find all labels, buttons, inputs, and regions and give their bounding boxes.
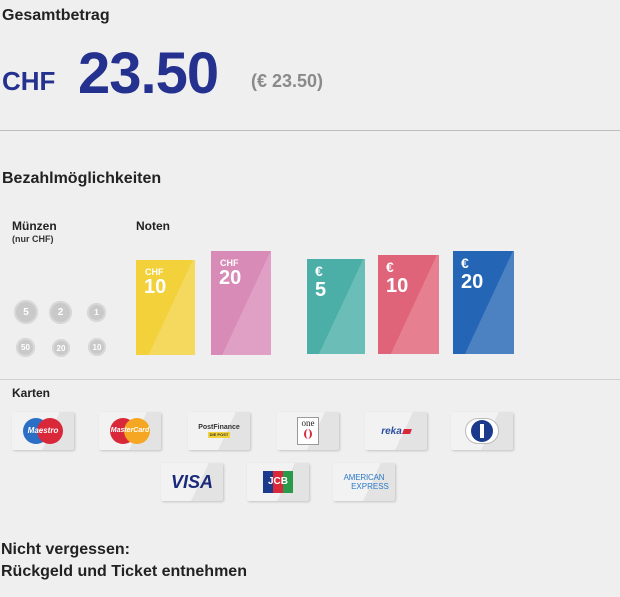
notes-title: Noten — [136, 219, 170, 233]
maestro-text: Maestro — [27, 426, 59, 435]
coin-20: 20 — [52, 339, 70, 357]
note-chf-20: CHF 20 — [211, 251, 271, 355]
coins-title: Münzen — [12, 219, 57, 233]
coin-10: 10 — [88, 338, 106, 356]
card-one: one — [277, 412, 339, 450]
jcb-text: JCB — [267, 476, 288, 487]
coins-subtitle: (nur CHF) — [12, 234, 54, 244]
mastercard-text: MasterCard — [110, 427, 150, 434]
note-value: 20 — [219, 267, 242, 289]
reka-logo: reka — [381, 425, 412, 437]
mastercard-logo: MasterCard — [110, 418, 150, 444]
card-maestro: Maestro — [12, 412, 74, 450]
one-logo: one — [297, 417, 319, 445]
card-visa: VISA — [161, 463, 223, 501]
note-currency: € — [461, 255, 469, 271]
divider — [0, 379, 620, 380]
card-jcb: JCB — [247, 463, 309, 501]
payment-options-title: Bezahlmöglichkeiten — [2, 170, 162, 187]
reminder-line-2: Rückgeld und Ticket entnehmen — [1, 563, 247, 580]
post-text: DIE POST — [208, 432, 230, 438]
note-euro-5: € 5 — [307, 259, 365, 354]
note-value: 10 — [386, 275, 409, 297]
note-euro-20: € 20 — [453, 251, 514, 354]
visa-logo: VISA — [170, 471, 213, 492]
cards-title: Karten — [12, 386, 51, 400]
jcb-logo: JCB — [263, 471, 293, 493]
card-reka: reka — [365, 412, 427, 450]
amex-text-2: EXPRESS — [351, 482, 389, 491]
card-diners — [451, 412, 513, 450]
coin-50: 50 — [16, 338, 35, 357]
coin-1: 1 — [87, 303, 106, 322]
coin-5: 5 — [14, 300, 38, 324]
note-value: 10 — [144, 276, 167, 298]
card-postfinance: PostFinance DIE POST — [188, 412, 250, 450]
note-currency: € — [315, 263, 323, 279]
card-amex: AMERICAN EXPRESS — [333, 463, 395, 501]
one-text: one — [301, 418, 315, 428]
reminder-line-1: Nicht vergessen: — [1, 541, 130, 558]
postfinance-text: PostFinance — [198, 424, 240, 431]
maestro-logo: Maestro — [23, 418, 63, 444]
card-mastercard: MasterCard — [99, 412, 161, 450]
total-euro-amount: (€ 23.50) — [251, 71, 324, 91]
diners-logo — [465, 418, 499, 444]
amex-text-1: AMERICAN — [343, 473, 385, 482]
reka-text: reka — [381, 425, 402, 437]
total-label: Gesamtbetrag — [2, 7, 110, 24]
note-value: 20 — [461, 271, 484, 293]
total-amount: 23.50 — [78, 41, 219, 106]
divider — [0, 130, 620, 131]
note-value: 5 — [315, 279, 327, 301]
note-euro-10: € 10 — [378, 255, 439, 354]
amex-logo: AMERICAN EXPRESS — [339, 473, 389, 491]
postfinance-logo: PostFinance DIE POST — [195, 424, 243, 438]
note-currency: € — [386, 259, 394, 275]
total-currency: CHF — [2, 66, 56, 96]
coin-2: 2 — [49, 301, 72, 324]
note-chf-10: CHF 10 — [136, 260, 195, 355]
